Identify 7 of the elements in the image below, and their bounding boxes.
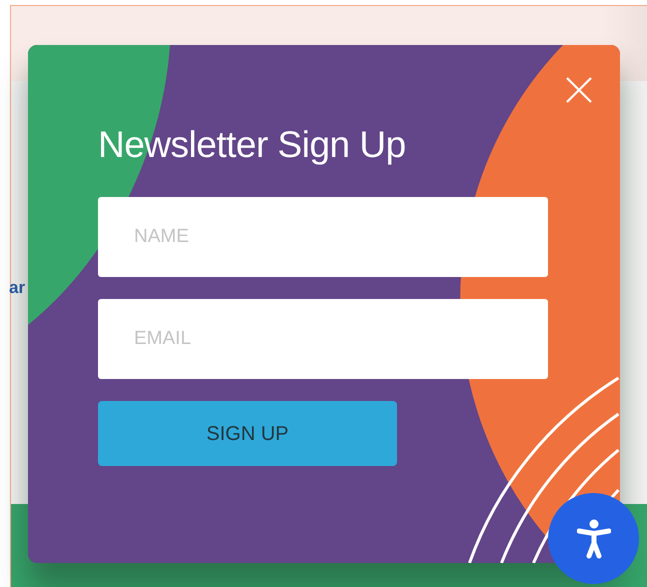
modal-title: Newsletter Sign Up bbox=[98, 123, 407, 167]
input-field[interactable]: EMAIL bbox=[98, 299, 548, 380]
close-icon[interactable] bbox=[566, 77, 592, 103]
accessibility-icon bbox=[576, 518, 610, 558]
sign-up-button[interactable]: SIGN UP bbox=[98, 401, 397, 466]
page-link[interactable]: ar bbox=[9, 274, 26, 300]
input-field[interactable]: NAME bbox=[98, 197, 548, 278]
